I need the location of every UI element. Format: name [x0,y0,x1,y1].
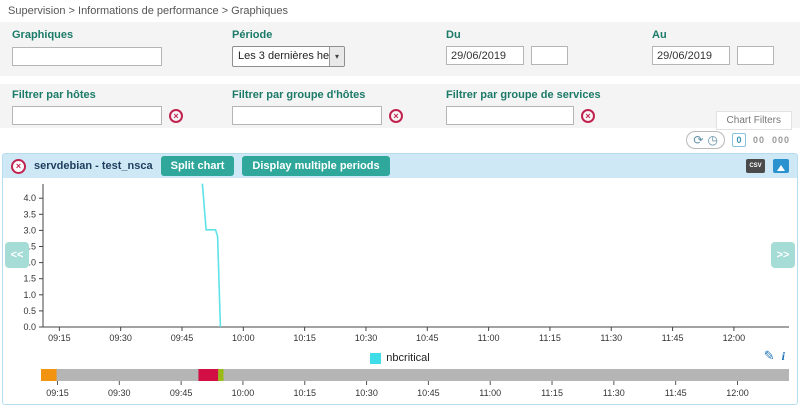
breadcrumb[interactable]: Supervision > Informations de performanc… [8,5,288,17]
from-date-field: Du [446,29,568,65]
clear-servicegroups-filter-icon[interactable]: × [581,108,595,123]
svg-text:10:15: 10:15 [293,388,316,398]
filter-hostgroups-input[interactable] [232,106,382,125]
three-column-layout-button[interactable]: 000 [772,135,790,145]
filter-servicegroups-input[interactable] [446,106,574,125]
svg-text:09:15: 09:15 [46,388,69,398]
filter-servicegroups-field: Filtrer par groupe de services × [446,89,601,125]
export-image-icon[interactable] [773,159,789,173]
chart-filters-tab[interactable]: Chart Filters [715,111,792,130]
filter-band-top: Graphiques Période Les 3 dernières heure… [0,22,800,76]
svg-text:10:15: 10:15 [293,333,316,343]
svg-text:11:30: 11:30 [600,333,622,343]
svg-text:11:45: 11:45 [662,333,684,343]
split-chart-button[interactable]: Split chart [160,156,235,176]
scroll-left-button[interactable]: << [5,242,29,268]
chart-action-icons: ✎ i [764,348,785,364]
svg-text:1.0: 1.0 [23,290,36,300]
two-column-layout-button[interactable]: 00 [753,135,765,145]
legend-series-label[interactable]: nbcritical [386,352,429,364]
svg-text:11:30: 11:30 [603,388,625,398]
info-icon[interactable]: i [782,349,785,364]
svg-text:4.0: 4.0 [23,193,36,203]
graph-search-input[interactable] [12,46,162,66]
graph-search-label: Graphiques [12,29,74,41]
export-csv-icon[interactable]: CSV [746,159,765,173]
filter-hosts-label: Filtrer par hôtes [12,89,96,101]
to-date-input[interactable] [652,46,730,65]
line-chart-svg[interactable]: 0.00.51.01.52.02.53.03.54.009:15 09:30 09:… [3,178,797,352]
filter-hostgroups-label: Filtrer par groupe d'hôtes [232,89,366,101]
svg-text:0.0: 0.0 [23,322,36,332]
filter-hosts-input[interactable] [12,106,162,125]
status-timeline-svg[interactable]: 09:15 09:30 09:45 10:00 10:15 10:30 10:45 11:00… [3,367,797,405]
svg-text:11:45: 11:45 [665,388,687,398]
svg-text:3.0: 3.0 [23,225,36,235]
svg-text:1.5: 1.5 [23,274,36,284]
chart-panel-header: × servdebian - test_nsca Split chart Dis… [3,154,797,178]
chart-toolbar: ⟳ ◷ 0 00 000 [686,131,790,149]
svg-text:09:15: 09:15 [48,333,71,343]
to-date-label: Au [652,29,667,41]
remove-chart-icon[interactable]: × [11,158,26,174]
svg-text:12:00: 12:00 [723,333,746,343]
svg-text:11:00: 11:00 [478,333,500,343]
from-time-input[interactable] [531,46,568,65]
svg-text:10:30: 10:30 [355,333,378,343]
chevron-down-icon[interactable]: ▾ [329,47,344,66]
refresh-icon[interactable]: ⟳ [693,133,703,147]
svg-text:10:45: 10:45 [417,388,440,398]
filter-hosts-field: Filtrer par hôtes × [12,89,183,125]
filter-servicegroups-label: Filtrer par groupe de services [446,89,601,101]
from-date-label: Du [446,29,461,41]
svg-text:3.5: 3.5 [23,209,36,219]
timer-icon[interactable]: ◷ [707,133,717,147]
svg-text:10:00: 10:00 [232,388,255,398]
to-time-input[interactable] [737,46,774,65]
svg-text:10:00: 10:00 [232,333,255,343]
period-field: Période Les 3 dernières heures ▾ [232,29,345,67]
svg-text:11:15: 11:15 [541,388,563,398]
svg-text:09:30: 09:30 [109,333,132,343]
one-column-layout-button[interactable]: 0 [731,133,746,147]
svg-text:10:30: 10:30 [355,388,378,398]
filter-hostgroups-field: Filtrer par groupe d'hôtes × [232,89,403,125]
chart-legend: nbcritical [3,352,797,364]
chart-panel: × servdebian - test_nsca Split chart Dis… [2,153,798,405]
performance-graphs-page: Supervision > Informations de performanc… [0,0,800,410]
graph-search-field: Graphiques [12,29,162,66]
filter-band-bottom: Filtrer par hôtes × Filtrer par groupe d… [0,84,800,128]
refresh-controls: ⟳ ◷ [686,131,725,149]
svg-text:09:45: 09:45 [170,388,193,398]
edit-pencil-icon[interactable]: ✎ [764,348,775,364]
from-date-input[interactable] [446,46,524,65]
to-date-field: Au [652,29,774,65]
scroll-right-button[interactable]: >> [771,242,795,268]
svg-text:11:00: 11:00 [479,388,501,398]
legend-color-swatch[interactable] [370,352,382,364]
svg-text:12:00: 12:00 [726,388,749,398]
svg-text:10:45: 10:45 [416,333,439,343]
svg-text:11:15: 11:15 [539,333,561,343]
svg-text:0.5: 0.5 [23,306,36,316]
clear-hosts-filter-icon[interactable]: × [169,108,183,123]
period-label: Période [232,29,273,41]
clear-hostgroups-filter-icon[interactable]: × [389,108,403,123]
display-multiple-periods-button[interactable]: Display multiple periods [242,156,390,176]
period-select[interactable]: Les 3 dernières heures ▾ [232,46,345,67]
chart-title: servdebian - test_nsca [34,160,153,172]
svg-text:09:30: 09:30 [108,388,131,398]
svg-text:09:45: 09:45 [171,333,194,343]
period-selected-value: Les 3 dernières heures [238,50,329,62]
